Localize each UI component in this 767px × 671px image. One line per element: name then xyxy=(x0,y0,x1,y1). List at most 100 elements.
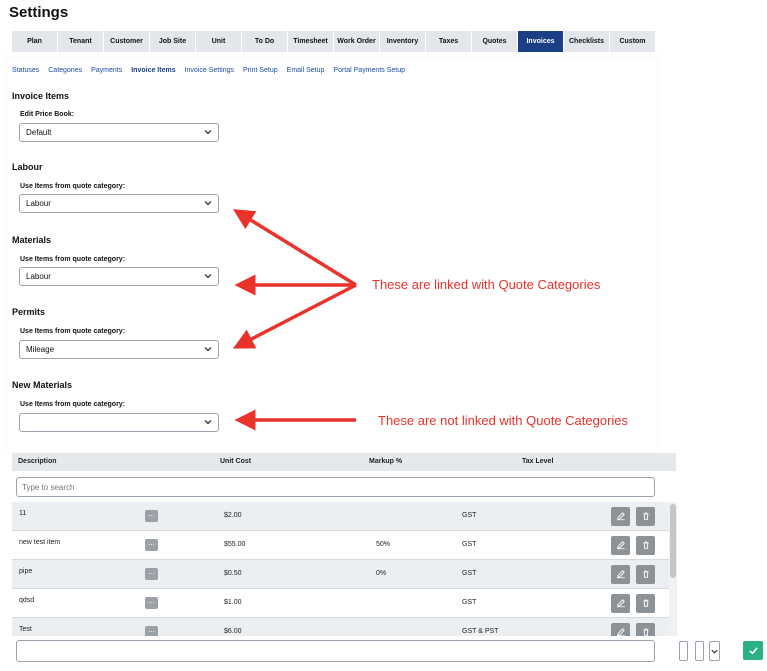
more-options-button[interactable]: ... xyxy=(145,568,158,580)
tab-inventory[interactable]: Inventory xyxy=(380,31,426,52)
cell-description: Test xyxy=(19,626,32,633)
materials-heading: Materials xyxy=(12,235,52,245)
delete-button[interactable] xyxy=(636,565,655,584)
materials-category-label: Use Items from quote category: xyxy=(20,256,126,263)
main-tab-bar: Plan Tenant Customer Job Site Unit To Do Times… xyxy=(12,31,656,52)
new-item-field[interactable] xyxy=(695,641,704,661)
price-book-label: Edit Price Book: xyxy=(20,111,75,118)
edit-icon xyxy=(616,540,626,552)
new-item-field[interactable] xyxy=(679,641,688,661)
edit-icon xyxy=(616,598,626,610)
new-materials-category-select[interactable] xyxy=(19,413,219,432)
tab-unit[interactable]: Unit xyxy=(196,31,242,52)
table-row[interactable]: qdsd... $1.00 GST xyxy=(12,589,669,618)
permits-category-label: Use Items from quote category: xyxy=(20,328,126,335)
subtab-portal-payments-setup[interactable]: Portal Payments Setup xyxy=(333,67,405,74)
tab-checklists[interactable]: Checklists xyxy=(564,31,610,52)
delete-button[interactable] xyxy=(636,536,655,555)
table-scrollbar-thumb[interactable] xyxy=(670,504,676,578)
chevron-down-icon xyxy=(204,420,212,425)
table-row[interactable]: pipe... $0.50 0% GST xyxy=(12,560,669,589)
permits-category-select[interactable]: Mileage xyxy=(19,340,219,359)
tab-work-order[interactable]: Work Order xyxy=(334,31,380,52)
delete-button[interactable] xyxy=(636,507,655,526)
subtab-print-setup[interactable]: Print Setup xyxy=(243,67,278,74)
check-icon xyxy=(748,647,758,655)
new-item-select[interactable] xyxy=(709,641,720,661)
table-search-input[interactable] xyxy=(16,477,655,497)
chevron-down-icon xyxy=(204,130,212,135)
cell-tax-level: GST xyxy=(462,512,477,519)
tab-timesheet[interactable]: Timesheet xyxy=(288,31,334,52)
cell-unit-cost: $2.00 xyxy=(224,512,242,519)
edit-button[interactable] xyxy=(611,594,630,613)
cell-tax-level: GST & PST xyxy=(462,628,499,635)
tab-quotes[interactable]: Quotes xyxy=(472,31,518,52)
settings-panel xyxy=(7,57,657,452)
edit-icon xyxy=(616,627,626,637)
price-book-value: Default xyxy=(26,128,52,137)
column-header-markup: Markup % xyxy=(369,458,403,465)
more-options-button[interactable]: ... xyxy=(145,597,158,609)
tab-invoices[interactable]: Invoices xyxy=(518,31,564,52)
materials-category-select[interactable]: Labour xyxy=(19,267,219,286)
materials-category-value: Labour xyxy=(26,272,51,281)
labour-category-value: Labour xyxy=(26,199,51,208)
new-materials-heading: New Materials xyxy=(12,380,73,390)
cell-unit-cost: $1.00 xyxy=(224,599,242,606)
trash-icon xyxy=(641,627,651,637)
subtab-invoice-settings[interactable]: Invoice Settings xyxy=(185,67,234,74)
tab-to-do[interactable]: To Do xyxy=(242,31,288,52)
table-row[interactable]: Test... $6.00 GST & PST xyxy=(12,618,669,636)
delete-button[interactable] xyxy=(636,594,655,613)
sub-tab-bar: Statuses Categories Payments Invoice Items I… xyxy=(12,67,405,74)
trash-icon xyxy=(641,569,651,581)
subtab-email-setup[interactable]: Email Setup xyxy=(287,67,325,74)
edit-icon xyxy=(616,511,626,523)
cell-unit-cost: $0.50 xyxy=(224,570,242,577)
delete-button[interactable] xyxy=(636,623,655,636)
subtab-payments[interactable]: Payments xyxy=(91,67,122,74)
column-header-unit-cost: Unit Cost xyxy=(220,458,252,465)
invoice-items-heading: Invoice Items xyxy=(12,91,70,101)
linked-annotation: These are linked with Quote Categories xyxy=(372,277,601,292)
cell-description: qdsd xyxy=(19,597,35,604)
labour-category-label: Use Items from quote category: xyxy=(20,183,126,190)
table-row[interactable]: new test item... $55.00 50% GST xyxy=(12,531,669,560)
not-linked-annotation: These are not linked with Quote Categori… xyxy=(378,413,629,428)
labour-category-select[interactable]: Labour xyxy=(19,194,219,213)
table-header: Description Unit Cost Markup % Tax Level xyxy=(12,453,676,471)
price-book-select[interactable]: Default xyxy=(19,123,219,142)
tab-taxes[interactable]: Taxes xyxy=(426,31,472,52)
table-row[interactable]: 11... $2.00 GST xyxy=(12,502,669,531)
edit-button[interactable] xyxy=(611,565,630,584)
permits-category-value: Mileage xyxy=(26,345,55,354)
edit-button[interactable] xyxy=(611,536,630,555)
more-options-button[interactable]: ... xyxy=(145,539,158,551)
cell-description: pipe xyxy=(19,568,33,575)
subtab-statuses[interactable]: Statuses xyxy=(12,67,39,74)
column-header-description: Description xyxy=(18,458,57,465)
trash-icon xyxy=(641,511,651,523)
cell-description: 11 xyxy=(19,510,27,517)
edit-button[interactable] xyxy=(611,623,630,636)
subtab-categories[interactable]: Categories xyxy=(48,67,82,74)
subtab-invoice-items[interactable]: Invoice Items xyxy=(131,67,175,74)
tab-job-site[interactable]: Job Site xyxy=(150,31,196,52)
labour-heading: Labour xyxy=(12,162,43,172)
cell-unit-cost: $55.00 xyxy=(224,541,246,548)
trash-icon xyxy=(641,540,651,552)
cell-tax-level: GST xyxy=(462,599,477,606)
tab-custom[interactable]: Custom xyxy=(610,31,656,52)
trash-icon xyxy=(641,598,651,610)
confirm-button[interactable] xyxy=(743,641,763,660)
tab-customer[interactable]: Customer xyxy=(104,31,150,52)
edit-button[interactable] xyxy=(611,507,630,526)
chevron-down-icon xyxy=(711,649,718,654)
more-options-button[interactable]: ... xyxy=(145,626,158,636)
new-item-input[interactable] xyxy=(16,640,655,662)
tab-tenant[interactable]: Tenant xyxy=(58,31,104,52)
tab-plan[interactable]: Plan xyxy=(12,31,58,52)
cell-tax-level: GST xyxy=(462,570,477,577)
more-options-button[interactable]: ... xyxy=(145,510,158,522)
